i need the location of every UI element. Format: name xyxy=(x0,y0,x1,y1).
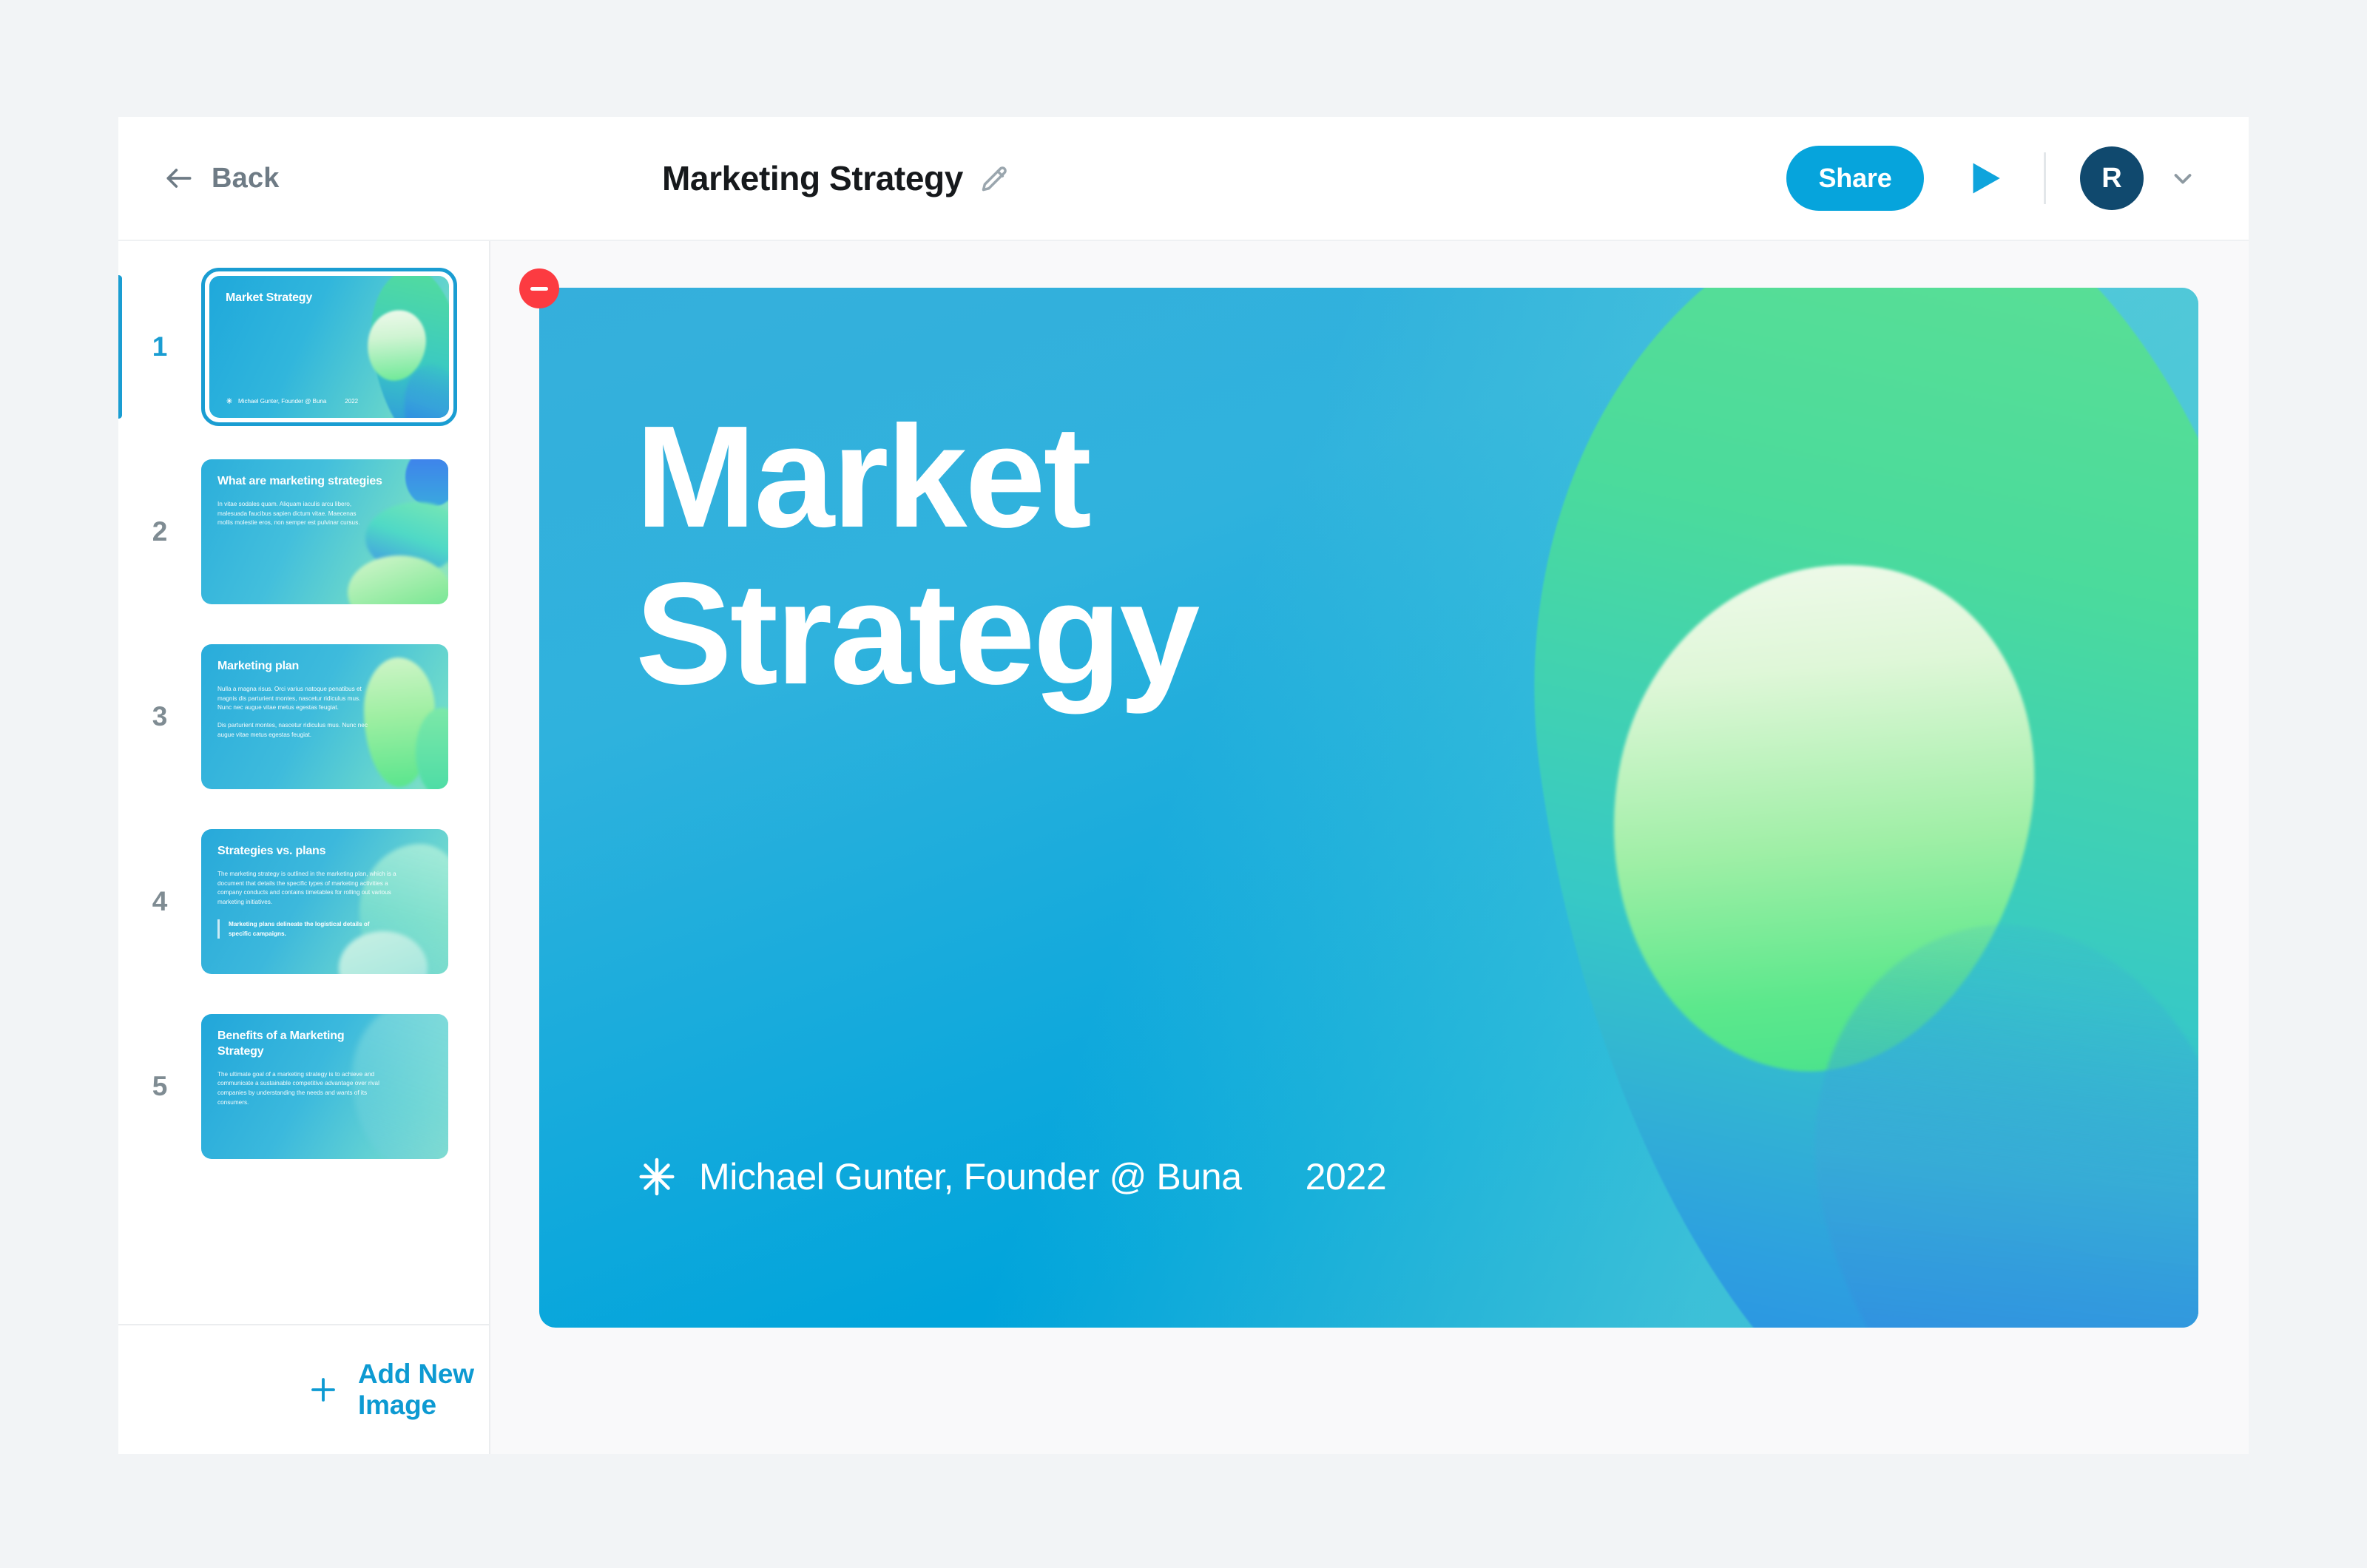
slide-canvas: Market Strategy Michael Gunter, Founder … xyxy=(490,241,2249,1454)
slide-thumbnail-frame: Market Strategy Michael Gunter, Founder xyxy=(201,268,457,426)
thumbnail-body: In vitae sodales quam. Aliquam iaculis a… xyxy=(217,500,360,527)
asterisk-icon xyxy=(635,1155,678,1198)
thumbnail-year: 2022 xyxy=(345,397,359,405)
slide-number: 3 xyxy=(152,701,168,731)
document-title-group: Marketing Strategy xyxy=(662,158,1012,198)
slide-number: 1 xyxy=(152,331,168,362)
slide-thumbnail-item[interactable]: 5 Benefits of a Marketing Strategy The u… xyxy=(118,994,489,1179)
body-area: 1 Market Strategy Michael Gunter, Founde… xyxy=(118,241,2249,1454)
play-icon[interactable] xyxy=(1962,157,2005,200)
slide-thumbnail-item[interactable]: 3 Marketing plan Nulla a magna risus. Or… xyxy=(118,624,489,809)
pencil-icon[interactable] xyxy=(979,162,1012,195)
toolbar-divider xyxy=(2044,152,2046,204)
thumbnail-title: Strategies vs. plans xyxy=(217,845,326,857)
slide-number: 2 xyxy=(152,516,168,547)
slide-thumbnail-frame: Marketing plan Nulla a magna risus. Orci… xyxy=(201,644,448,789)
thumbnail-body: The marketing strategy is outlined in th… xyxy=(217,870,396,905)
thumbnail-content: Benefits of a Marketing Strategy The ult… xyxy=(201,1014,448,1122)
back-label: Back xyxy=(212,162,280,194)
minus-circle-icon[interactable] xyxy=(519,268,559,308)
slide-thumbnail-4: Strategies vs. plans The marketing strat… xyxy=(201,829,448,974)
thumbnail-quote: Marketing plans delineate the logistical… xyxy=(217,919,373,939)
slide-thumbnail-item[interactable]: 4 Strategies vs. plans The marketing str… xyxy=(118,809,489,994)
slide-stage: Market Strategy Michael Gunter, Founder … xyxy=(519,268,2198,1328)
arrow-left-icon xyxy=(163,162,195,195)
slide-number: 4 xyxy=(152,886,168,916)
back-button[interactable]: Back xyxy=(163,162,280,195)
page-title: Marketing Strategy xyxy=(662,159,963,197)
thumbnail-content: Market Strategy xyxy=(209,276,449,321)
asterisk-icon xyxy=(226,397,232,405)
main-slide-preview[interactable]: Market Strategy Michael Gunter, Founder … xyxy=(539,288,2198,1328)
slide-thumbnail-frame: What are marketing strategies In vitae s… xyxy=(201,459,448,604)
thumbnail-body-2: Dis parturient montes, nascetur ridiculu… xyxy=(217,721,368,738)
thumbnail-title: Benefits of a Marketing Strategy xyxy=(217,1030,345,1058)
thumbnail-body: Nulla a magna risus. Orci varius natoque… xyxy=(217,685,362,712)
top-bar: Back Marketing Strategy Share R xyxy=(118,117,2249,241)
slide-sidebar: 1 Market Strategy Michael Gunter, Founde… xyxy=(118,241,490,1454)
add-new-image-label: Add New Image xyxy=(358,1359,474,1420)
slide-thumbnail-frame: Strategies vs. plans The marketing strat… xyxy=(201,829,448,974)
chevron-down-icon[interactable] xyxy=(2169,164,2197,192)
slide-thumbnail-1: Market Strategy Michael Gunter, Founder xyxy=(209,276,449,418)
thumbnail-content: What are marketing strategies In vitae s… xyxy=(201,459,448,543)
active-slide-indicator xyxy=(118,275,122,419)
thumbnail-content: Marketing plan Nulla a magna risus. Orci… xyxy=(201,644,448,754)
slide-thumbnail-frame: Benefits of a Marketing Strategy The ult… xyxy=(201,1014,448,1159)
add-new-image-button[interactable]: Add New Image xyxy=(118,1324,489,1454)
slide-thumbnail-item[interactable]: 1 Market Strategy Michael Gunter, Founde… xyxy=(118,254,489,439)
slide-thumbnail-item[interactable]: 2 What are marketing strategies In vitae… xyxy=(118,439,489,624)
thumbnail-title: Marketing plan xyxy=(217,660,300,672)
slide-list: 1 Market Strategy Michael Gunter, Founde… xyxy=(118,241,489,1324)
slide-year: 2022 xyxy=(1305,1156,1387,1197)
slide-author: Michael Gunter, Founder @ Buna xyxy=(699,1156,1242,1197)
add-new-image-inner: Add New Image xyxy=(308,1359,489,1421)
slide-thumbnail-5: Benefits of a Marketing Strategy The ult… xyxy=(201,1014,448,1159)
avatar[interactable]: R xyxy=(2080,146,2144,210)
thumbnail-footer: Michael Gunter, Founder @ Buna 2022 xyxy=(226,397,358,405)
share-button[interactable]: Share xyxy=(1786,146,1924,211)
plus-icon xyxy=(308,1374,339,1405)
top-bar-actions: Share R xyxy=(1786,146,2197,211)
minus-bar xyxy=(530,286,548,291)
slide-thumbnail-3: Marketing plan Nulla a magna risus. Orci… xyxy=(201,644,448,789)
slide-footer: Michael Gunter, Founder @ Buna 2022 xyxy=(635,1155,1387,1198)
thumbnail-title: What are marketing strategies xyxy=(217,475,382,487)
slide-title: Market Strategy xyxy=(635,396,1200,714)
app-window: Back Marketing Strategy Share R 1 Market… xyxy=(118,117,2249,1454)
slide-thumbnail-2: What are marketing strategies In vitae s… xyxy=(201,459,448,604)
slide-number: 5 xyxy=(152,1071,168,1101)
thumbnail-author: Michael Gunter, Founder @ Buna xyxy=(238,397,327,405)
thumbnail-content: Strategies vs. plans The marketing strat… xyxy=(201,829,448,953)
thumbnail-title: Market Strategy xyxy=(226,291,313,304)
thumbnail-body: The ultimate goal of a marketing strateg… xyxy=(217,1070,379,1106)
